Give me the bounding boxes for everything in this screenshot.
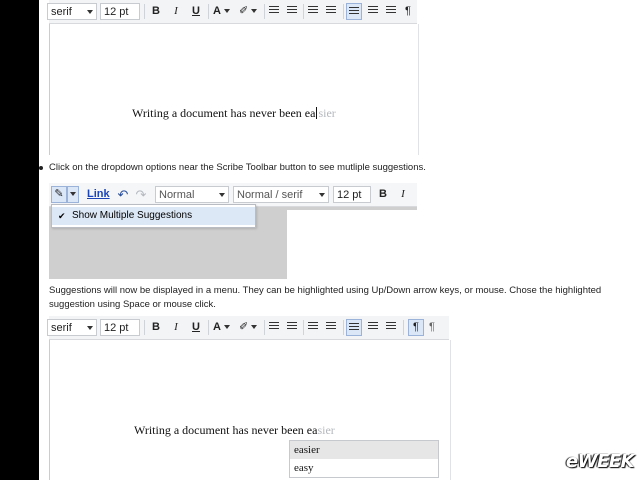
italic-button-3[interactable]: I — [168, 319, 184, 336]
toolbar-divider — [303, 320, 304, 335]
suggestion-item[interactable]: easier — [290, 441, 438, 459]
font-value: Normal / serif — [237, 189, 303, 201]
text-color-icon: A — [213, 5, 221, 17]
checkmark-icon: ✔ — [58, 211, 66, 221]
font-size-value: 12 pt — [337, 189, 362, 201]
toolbar-divider — [144, 320, 145, 335]
underline-button-3[interactable]: U — [188, 319, 204, 336]
scribe-toolbar-button[interactable]: ✎ — [51, 186, 67, 203]
toolbar-divider — [144, 4, 145, 19]
chevron-down-icon — [87, 10, 93, 14]
align-left-button[interactable] — [346, 3, 362, 20]
rtl-button[interactable]: ¶ — [429, 319, 441, 336]
scribe-options-menu: ✔ Show Multiple Suggestions — [51, 204, 256, 228]
numbered-list-icon[interactable] — [287, 6, 297, 16]
font-select[interactable]: Normal / serif — [233, 186, 329, 203]
document-text: Writing a document has never been easier — [132, 106, 336, 121]
suggestions-menu: easier easy — [289, 440, 439, 478]
toolbar-divider — [343, 4, 344, 19]
font-size-select-2[interactable]: 12 pt — [333, 186, 371, 215]
chevron-down-icon — [251, 325, 258, 330]
toolbar-divider — [208, 320, 209, 335]
typed-text: Writing a document has never been ea — [134, 423, 318, 437]
editor-toolbar-top: serif 12 pt B I U A ✐ ¶ — [47, 0, 417, 32]
underline-button[interactable]: U — [188, 3, 204, 20]
indent-icon[interactable] — [326, 322, 336, 332]
highlighter-icon: ✐ — [239, 321, 249, 333]
align-center-icon[interactable] — [368, 322, 378, 332]
text-color-icon: A — [213, 321, 221, 333]
chevron-down-icon — [70, 192, 76, 197]
undo-button[interactable]: ↶ — [115, 186, 131, 203]
scribe-options-dropdown[interactable] — [67, 186, 79, 203]
italic-button[interactable]: I — [168, 3, 184, 20]
font-family-select-3[interactable]: serif — [47, 319, 97, 336]
bullet-list-icon[interactable] — [269, 6, 279, 16]
highlight-color-button-3[interactable]: ✐ — [239, 319, 261, 336]
font-family-select[interactable]: serif — [47, 3, 97, 20]
toolbar-divider — [343, 320, 344, 335]
editor-toolbar-bottom: serif 12 pt B I U A ✐ ¶ ¶ — [47, 316, 449, 348]
numbered-list-icon[interactable] — [287, 322, 297, 332]
inline-suggestion: sier — [318, 106, 336, 120]
highlighter-icon: ✐ — [239, 5, 249, 17]
font-size-select-3[interactable]: 12 pt — [100, 319, 140, 348]
italic-button-2[interactable]: I — [395, 186, 411, 203]
outdent-icon[interactable] — [308, 322, 318, 332]
paragraph-ltr-icon[interactable]: ¶ — [405, 3, 417, 20]
link-button[interactable]: Link — [87, 186, 110, 203]
menu-item-label: Show Multiple Suggestions — [72, 210, 193, 221]
suggestion-item[interactable]: easy — [290, 459, 438, 477]
align-left-button-3[interactable] — [346, 319, 362, 336]
align-right-icon[interactable] — [386, 322, 396, 332]
font-size-value: 12 pt — [104, 6, 129, 18]
bold-button[interactable]: B — [148, 3, 164, 20]
align-right-icon[interactable] — [386, 6, 396, 16]
toolbar-divider — [264, 4, 265, 19]
chevron-down-icon — [223, 9, 230, 14]
paragraph-style-select[interactable]: Normal — [155, 186, 229, 203]
screenshot-frame: serif 12 pt B I U A ✐ ¶ Writing a docume… — [39, 0, 640, 480]
bullet-list-icon[interactable] — [269, 322, 279, 332]
indent-icon[interactable] — [326, 6, 336, 16]
toolbar-divider — [303, 4, 304, 19]
highlight-color-button[interactable]: ✐ — [239, 3, 261, 20]
chevron-down-icon — [251, 9, 258, 14]
align-left-icon — [349, 7, 359, 17]
instruction-bullet: Click on the dropdown options near the S… — [49, 162, 426, 173]
font-family-value: serif — [51, 322, 72, 334]
toolbar-divider — [403, 320, 404, 335]
chevron-down-icon — [219, 193, 225, 197]
bold-button-3[interactable]: B — [148, 319, 164, 336]
outdent-icon[interactable] — [308, 6, 318, 16]
font-size-select[interactable]: 12 pt — [100, 3, 140, 32]
chevron-down-icon — [87, 326, 93, 330]
font-size-value: 12 pt — [104, 322, 129, 334]
align-left-icon — [349, 323, 359, 333]
editor-area-middle[interactable] — [287, 210, 417, 279]
editor-area-top[interactable]: Writing a document has never been ea sier — [49, 24, 419, 155]
inline-suggestion: sier — [317, 423, 335, 437]
toolbar-divider — [264, 320, 265, 335]
align-center-icon[interactable] — [368, 6, 378, 16]
instruction-paragraph: Suggestions will now be displayed in a m… — [49, 285, 602, 310]
show-multiple-suggestions-item[interactable]: ✔ Show Multiple Suggestions — [52, 207, 255, 225]
chevron-down-icon — [319, 193, 325, 197]
typed-text: Writing a document has never been ea — [132, 106, 316, 120]
text-color-button[interactable]: A — [213, 3, 237, 20]
bullet-dot — [39, 166, 43, 170]
toolbar-divider — [208, 4, 209, 19]
chevron-down-icon — [223, 325, 230, 330]
ltr-button[interactable]: ¶ — [408, 319, 424, 336]
style-value: Normal — [159, 189, 195, 201]
font-family-value: serif — [51, 6, 72, 18]
bold-button-2[interactable]: B — [375, 186, 391, 203]
eweek-logo: eWEEK — [565, 451, 635, 472]
document-text: Writing a document has never been easier — [134, 423, 335, 438]
redo-button[interactable]: ↷ — [133, 186, 149, 203]
text-color-button-3[interactable]: A — [213, 319, 237, 336]
